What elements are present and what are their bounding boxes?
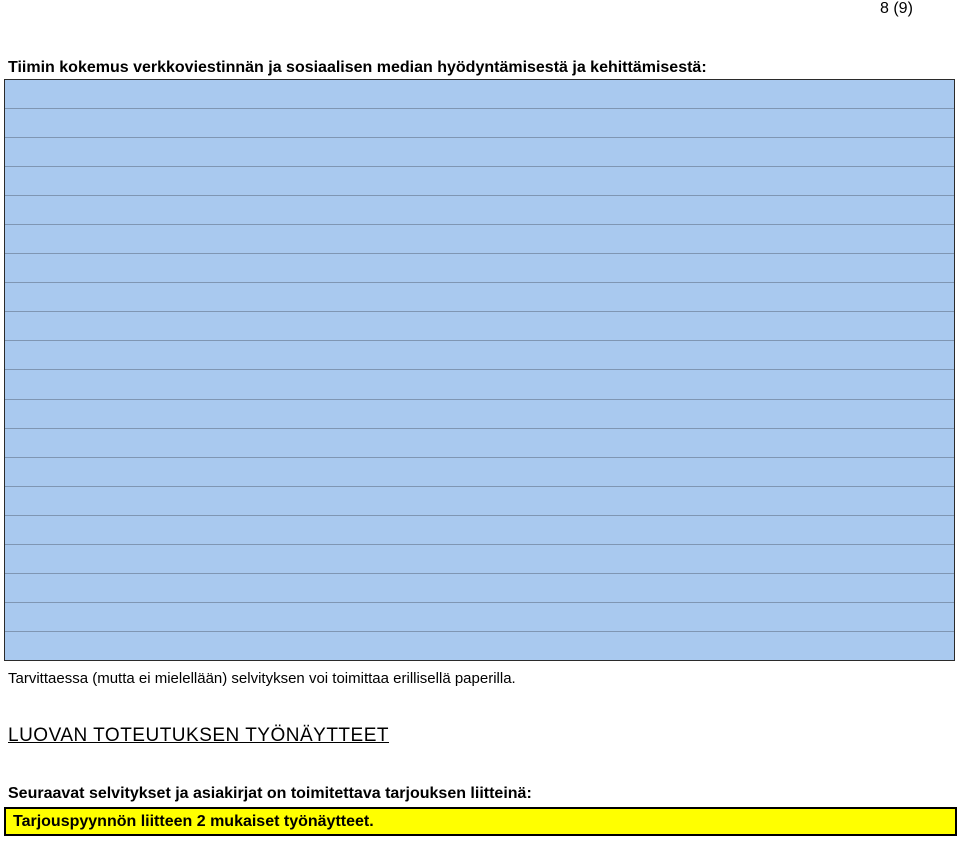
form-line[interactable] [5,400,954,429]
page-number: 8 (9) [880,0,913,17]
form-line[interactable] [5,138,954,168]
form-line[interactable] [5,458,954,487]
form-line[interactable] [5,167,954,197]
experience-text-area[interactable] [4,79,955,661]
form-line[interactable] [5,429,954,458]
separate-paper-note: Tarvittaessa (mutta ei mielellään) selvi… [8,670,516,687]
form-line[interactable] [5,545,954,574]
form-line[interactable] [5,196,954,226]
form-line[interactable] [5,283,954,313]
form-line[interactable] [5,109,954,139]
form-line[interactable] [5,487,954,516]
form-line[interactable] [5,254,954,284]
experience-heading: Tiimin kokemus verkkoviestinnän ja sosia… [8,59,707,76]
work-samples-highlight: Tarjouspyynnön liitteen 2 mukaiset työnä… [4,807,957,836]
work-samples-heading: LUOVAN TOTEUTUKSEN TYÖNÄYTTEET [8,725,389,746]
form-line[interactable] [5,632,954,660]
form-line[interactable] [5,341,954,371]
form-line[interactable] [5,370,954,400]
form-line[interactable] [5,225,954,255]
form-line[interactable] [5,80,954,110]
form-line[interactable] [5,516,954,545]
form-line[interactable] [5,312,954,342]
attachments-heading: Seuraavat selvitykset ja asiakirjat on t… [8,785,532,802]
form-line[interactable] [5,574,954,603]
form-line[interactable] [5,603,954,632]
